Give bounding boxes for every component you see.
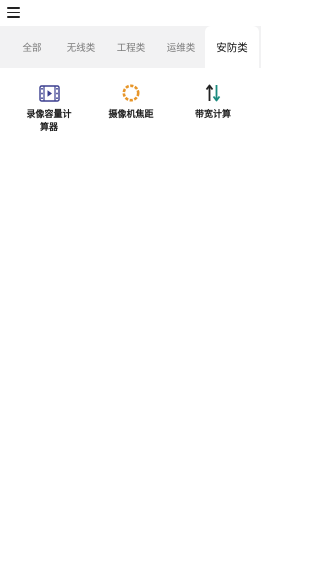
tab-security[interactable]: 安防类 (205, 26, 259, 68)
app-screen: 全部 无线类 工程类 运维类 安防类 录像容量计算器 摄像机焦距 带宽计算 (0, 0, 261, 561)
hamburger-menu-icon[interactable] (7, 5, 21, 19)
tab-wireless[interactable]: 无线类 (58, 26, 104, 68)
tool-label: 带宽计算 (194, 110, 231, 120)
tab-all[interactable]: 全部 (12, 26, 52, 68)
aperture-icon (120, 82, 142, 104)
tab-operations[interactable]: 运维类 (158, 26, 204, 68)
category-tabs: 全部 无线类 工程类 运维类 安防类 (0, 26, 261, 68)
transfer-arrows-icon (202, 82, 224, 104)
tool-bandwidth-calculator[interactable]: 带宽计算 (184, 82, 242, 122)
film-icon (38, 82, 60, 104)
tools-grid: 录像容量计算器 摄像机焦距 带宽计算 (0, 68, 261, 561)
tool-label: 摄像机焦距 (108, 110, 154, 120)
top-bar (0, 0, 261, 26)
tool-camera-focal-length[interactable]: 摄像机焦距 (100, 82, 162, 122)
tool-recording-capacity-calculator[interactable]: 录像容量计算器 (18, 82, 80, 135)
tab-engineering[interactable]: 工程类 (108, 26, 154, 68)
tool-label: 录像容量计算器 (26, 110, 72, 133)
